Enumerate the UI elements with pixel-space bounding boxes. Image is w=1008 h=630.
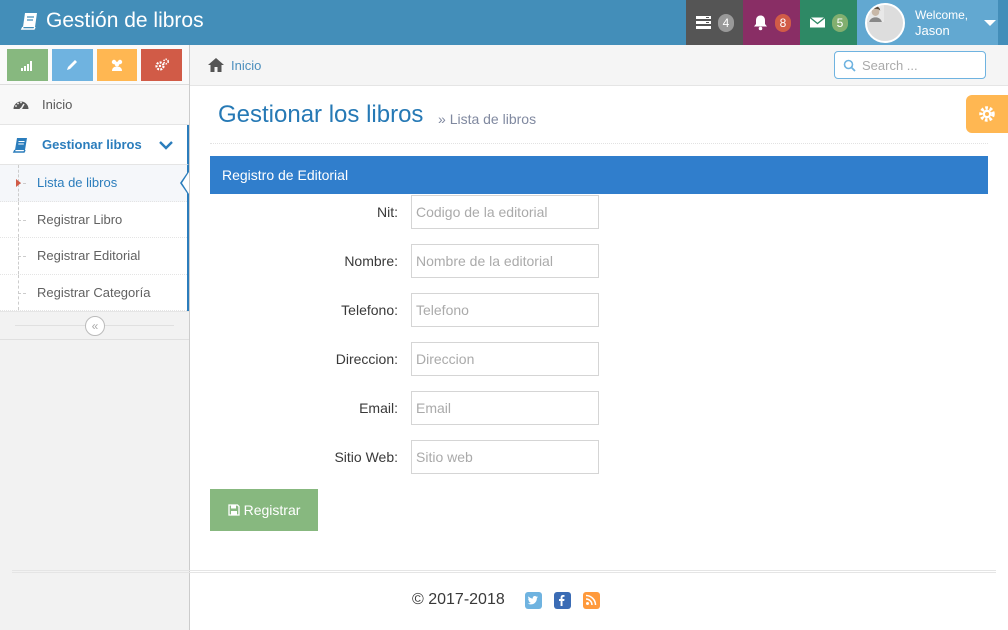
settings-toggle-button[interactable] [966, 95, 1008, 133]
direccion-label: Direccion: [335, 351, 398, 367]
book-icon [20, 13, 37, 30]
sidebar-item-inicio[interactable]: Inicio [0, 85, 189, 125]
twitter-icon [527, 596, 539, 605]
signal-icon [21, 61, 33, 71]
nit-label: Nit: [377, 204, 398, 220]
save-icon [227, 504, 240, 516]
chevron-down-icon [159, 140, 173, 150]
dashboard-icon [13, 101, 29, 110]
search-input[interactable] [862, 57, 972, 73]
telefono-field[interactable] [411, 293, 599, 327]
caret-down-icon [984, 19, 997, 26]
page-subtitle: » Lista de libros [438, 111, 537, 127]
breadcrumb: Inicio [190, 45, 1008, 86]
notifications-badge: 8 [775, 13, 791, 32]
bell-icon [754, 15, 767, 31]
registrar-button[interactable]: Registrar [210, 489, 318, 531]
envelope-icon [809, 16, 826, 28]
search-icon [843, 59, 856, 72]
messages-button[interactable]: 5 [800, 0, 857, 45]
shortcut-settings-button[interactable] [141, 49, 182, 81]
form-header: Registro de Editorial [210, 156, 988, 194]
facebook-link[interactable] [553, 591, 571, 609]
welcome-text: Welcome, [915, 7, 969, 22]
facebook-icon [559, 595, 565, 606]
shortcut-edit-button[interactable] [51, 49, 93, 81]
submenu-item-label: Registrar Categoría [37, 284, 151, 300]
navbar: Gestión de libros 4 8 5 Welcome, Jason [0, 0, 1008, 45]
form-row-sitio-web: Sitio Web: [210, 440, 610, 474]
submenu-item-label: Lista de libros [37, 175, 118, 191]
notifications-button[interactable]: 8 [743, 0, 800, 45]
gear-icon [979, 106, 995, 122]
sitio-web-label: Sitio Web: [334, 449, 398, 465]
sidebar: Inicio Gestionar libros Lista de libros … [0, 45, 190, 630]
submenu-item-registrar-editorial[interactable]: Registrar Editorial [0, 238, 187, 275]
registrar-button-label: Registrar [243, 502, 301, 518]
sidebar-item-label: Gestionar libros [42, 137, 142, 152]
direccion-field[interactable] [411, 342, 599, 376]
submenu-item-registrar-categoria[interactable]: Registrar Categoría [0, 274, 187, 311]
sidebar-shortcuts [0, 45, 189, 85]
brand[interactable]: Gestión de libros [20, 9, 204, 33]
double-chevron-left-icon[interactable]: « [85, 316, 105, 336]
tasks-icon [696, 16, 711, 29]
rss-link[interactable] [582, 591, 600, 609]
caret-right-icon [16, 179, 21, 187]
shortcut-stats-button[interactable] [7, 49, 48, 81]
submenu-item-lista-de-libros[interactable]: Lista de libros [0, 165, 189, 202]
search-box [834, 51, 986, 79]
home-icon [208, 58, 224, 72]
form-row-telefono: Telefono: [210, 293, 610, 327]
email-label: Email: [359, 400, 398, 416]
messages-badge: 5 [832, 13, 848, 32]
form-row-email: Email: [210, 391, 610, 425]
sidebar-item-label: Inicio [42, 97, 73, 112]
sitio-web-field[interactable] [411, 440, 599, 474]
submenu-item-label: Registrar Libro [37, 211, 123, 227]
tasks-badge: 4 [718, 13, 734, 32]
page-title: Gestionar los libros [218, 101, 424, 128]
user-menu[interactable]: Welcome, Jason [857, 0, 998, 45]
submenu: Lista de libros Registrar Libro Registra… [0, 164, 189, 311]
pencil-icon [67, 60, 78, 70]
copyright: © 2017-2018 [412, 591, 505, 608]
email-field[interactable] [411, 391, 599, 425]
form-row-direccion: Direccion: [210, 342, 610, 376]
page-header: Gestionar los libros » Lista de libros [210, 86, 988, 144]
twitter-link[interactable] [524, 591, 542, 609]
nit-field[interactable] [411, 195, 599, 229]
sidebar-collapse: « [0, 312, 189, 340]
user-name: Jason [915, 22, 950, 38]
avatar [865, 2, 905, 43]
sidebar-item-gestionar-libros[interactable]: Gestionar libros Lista de libros Registr… [0, 125, 189, 312]
nombre-field[interactable] [411, 244, 599, 278]
rss-icon [586, 594, 597, 606]
tasks-button[interactable]: 4 [686, 0, 743, 45]
breadcrumb-home-link[interactable]: Inicio [231, 58, 261, 73]
cogs-icon [155, 58, 169, 71]
shortcut-users-button[interactable] [96, 49, 138, 81]
submenu-item-label: Registrar Editorial [37, 248, 141, 264]
nombre-label: Nombre: [344, 253, 398, 269]
book-icon [12, 137, 27, 153]
footer: © 2017-2018 [12, 570, 996, 630]
telefono-label: Telefono: [341, 302, 398, 318]
brand-title: Gestión de libros [46, 9, 204, 32]
users-icon [111, 59, 123, 71]
form-row-nombre: Nombre: [210, 244, 610, 278]
submenu-item-registrar-libro[interactable]: Registrar Libro [0, 201, 187, 238]
form-row-nit: Nit: [210, 195, 610, 229]
